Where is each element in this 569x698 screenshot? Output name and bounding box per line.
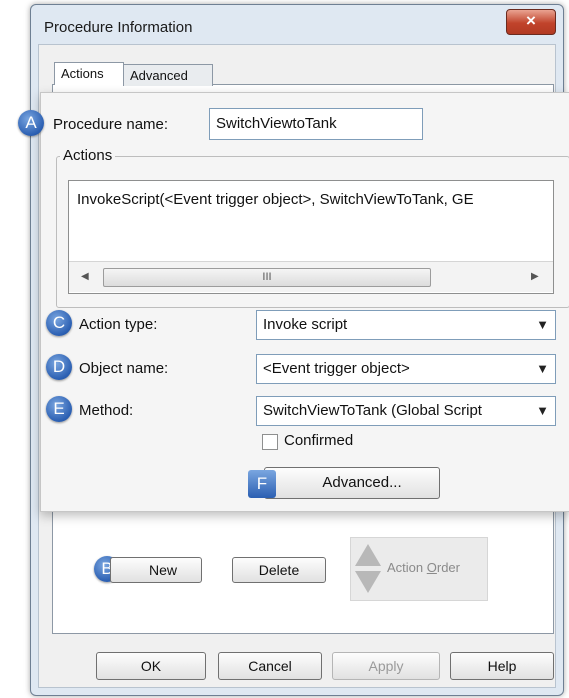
callout-badge-c: C [46,310,72,336]
chevron-down-icon[interactable]: ▼ [536,311,549,339]
apply-button[interactable]: Apply [332,652,440,680]
chevron-down-icon[interactable]: ▼ [536,355,549,383]
procedure-name-label: Procedure name: [53,116,169,133]
close-button[interactable]: × [506,9,556,35]
scroll-thumb[interactable]: III [103,268,431,287]
confirmed-label: Confirmed [284,432,354,449]
action-type-value: Invoke script [263,316,348,333]
dialog-title: Procedure Information [44,19,193,36]
actions-group-title: Actions [60,147,116,164]
method-label: Method: [79,402,134,419]
method-dropdown[interactable]: SwitchViewToTank (Global Script ▼ [256,396,556,426]
action-list-item[interactable]: InvokeScript(<Event trigger object>, Swi… [77,191,474,208]
scroll-right-icon[interactable]: ▶ [531,271,539,282]
horizontal-scrollbar[interactable]: ◀ III ▶ [69,261,553,292]
action-order-label: Action Order [387,560,460,575]
callout-badge-d: D [46,354,72,380]
help-button[interactable]: Help [450,652,554,680]
object-name-value: <Event trigger object> [263,360,410,377]
confirmed-checkbox[interactable] [262,434,278,450]
action-type-label: Action type: [79,316,158,333]
actions-list[interactable]: InvokeScript(<Event trigger object>, Swi… [68,180,554,294]
action-order-control[interactable]: Action Order [350,537,488,601]
advanced-button[interactable]: Advanced... [264,467,440,499]
callout-badge-f: F [248,470,276,498]
delete-button[interactable]: Delete [232,557,326,583]
move-down-icon[interactable] [355,571,381,593]
action-type-dropdown[interactable]: Invoke script ▼ [256,310,556,340]
scroll-left-icon[interactable]: ◀ [81,271,89,282]
new-button[interactable]: New [110,557,202,583]
move-up-icon[interactable] [355,544,381,566]
method-value: SwitchViewToTank (Global Script [263,402,482,419]
tab-advanced[interactable]: Advanced [123,64,213,86]
ok-button[interactable]: OK [96,652,206,680]
chevron-down-icon[interactable]: ▼ [532,397,549,425]
tab-actions[interactable]: Actions [54,62,124,85]
object-name-dropdown[interactable]: <Event trigger object> ▼ [256,354,556,384]
cancel-button[interactable]: Cancel [218,652,322,680]
object-name-label: Object name: [79,360,169,377]
callout-badge-e: E [46,396,72,422]
callout-badge-a: A [18,110,44,136]
procedure-name-input[interactable]: SwitchViewtoTank [209,108,423,140]
